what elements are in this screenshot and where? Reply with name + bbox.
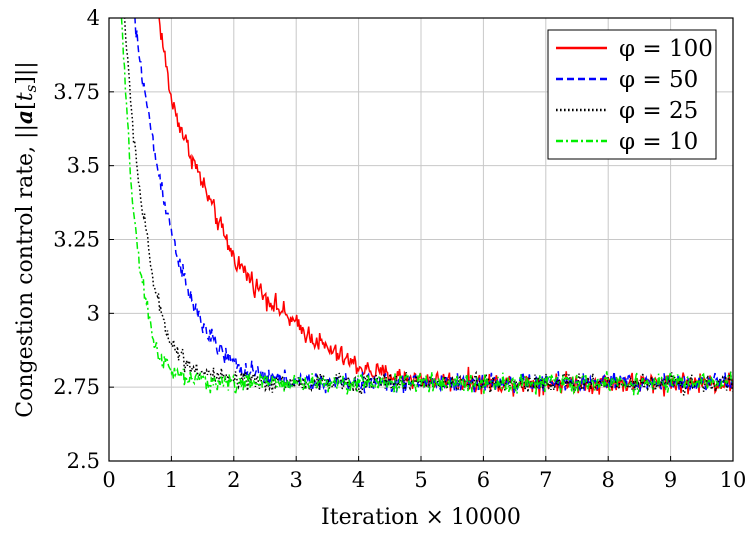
svg-text:Congestion control rate, ||a[t: Congestion control rate, ||a[ts]|| bbox=[12, 61, 40, 417]
y-axis-label-bracket-open: [ bbox=[13, 101, 38, 110]
y-tick-label: 3 bbox=[87, 301, 100, 325]
x-tick-label: 5 bbox=[414, 468, 427, 492]
x-tick-label: 6 bbox=[477, 468, 490, 492]
x-axis-label: Iteration × 10000 bbox=[321, 505, 521, 530]
y-axis-label-a: a bbox=[12, 110, 38, 124]
legend-label: φ = 25 bbox=[619, 98, 698, 124]
y-tick-label: 3.75 bbox=[53, 80, 100, 104]
x-tick-label: 3 bbox=[290, 468, 303, 492]
x-tick-label: 1 bbox=[165, 468, 178, 492]
y-tick-label: 3.25 bbox=[53, 228, 100, 252]
x-tick-label: 8 bbox=[602, 468, 615, 492]
x-tick-label: 0 bbox=[102, 468, 115, 492]
legend-label: φ = 50 bbox=[619, 67, 698, 93]
legend-label: φ = 100 bbox=[619, 36, 713, 62]
y-axis-label-close: ]|| bbox=[13, 61, 38, 84]
y-axis-label-t: t bbox=[13, 92, 38, 101]
x-tick-label: 10 bbox=[720, 468, 747, 492]
y-tick-label: 2.5 bbox=[67, 449, 100, 473]
x-tick-label: 9 bbox=[664, 468, 677, 492]
y-axis-label-main: Congestion control rate, || bbox=[13, 124, 38, 418]
y-tick-label: 3.5 bbox=[67, 154, 100, 178]
y-axis-label: Congestion control rate, ||a[ts]|| bbox=[12, 61, 40, 417]
legend: φ = 100 φ = 50 φ = 25 φ = 10 bbox=[547, 29, 717, 160]
chart: 0 1 2 3 4 5 6 7 8 9 10 2.5 2.75 3 3.25 3.5 3.75 4 Iterati… bbox=[12, 6, 747, 530]
x-tick-label: 4 bbox=[352, 468, 365, 492]
y-tick-label: 2.75 bbox=[53, 375, 100, 399]
x-tick-label: 2 bbox=[227, 468, 240, 492]
y-tick-label: 4 bbox=[87, 6, 100, 30]
x-tick-label: 7 bbox=[539, 468, 552, 492]
legend-label: φ = 10 bbox=[619, 129, 698, 155]
